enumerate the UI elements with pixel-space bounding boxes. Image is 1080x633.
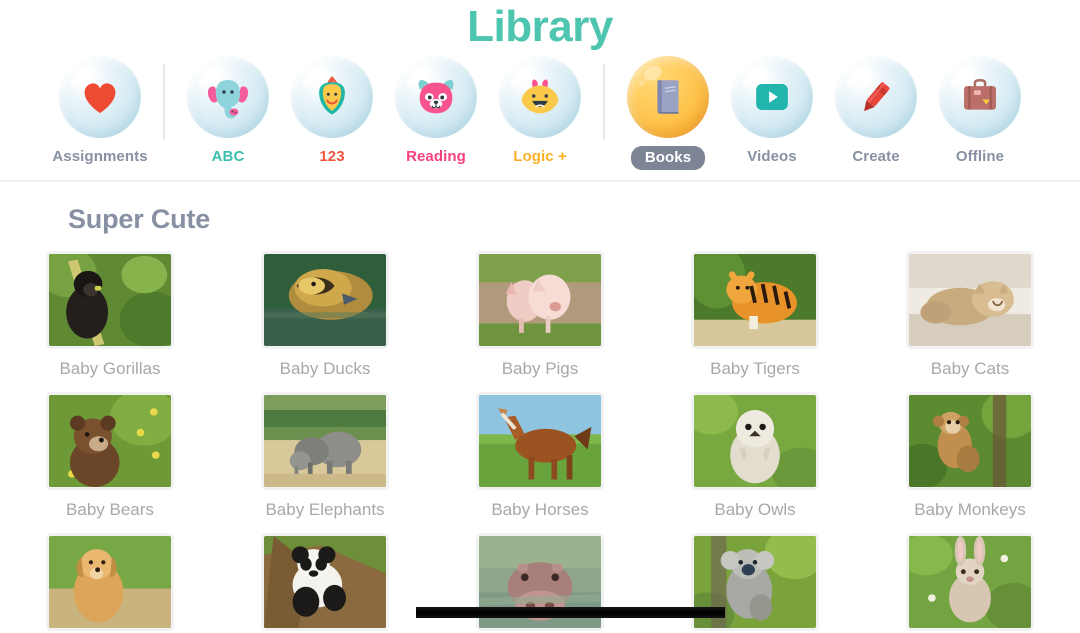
book-card[interactable]: Baby Ducks <box>218 251 433 379</box>
pig-thumb <box>479 254 601 347</box>
overlay-black-bar <box>416 607 725 618</box>
nav-item-abc[interactable]: ABC <box>176 56 280 165</box>
nav-item-logic[interactable]: Logic + <box>488 56 592 165</box>
book-card-label: Baby Gorillas <box>59 359 161 379</box>
book-card[interactable]: Baby Owls <box>648 392 863 520</box>
category-nav: Assignments ABC 123 Reading Logic + Books Vide… <box>0 56 1080 180</box>
nav-divider <box>163 64 165 141</box>
nav-item-books[interactable]: Books <box>616 56 720 171</box>
suitcase-icon <box>964 79 996 110</box>
rabbit-thumb <box>909 536 1031 629</box>
nav-item-offline[interactable]: Offline <box>928 56 1032 165</box>
book-card[interactable] <box>433 533 648 633</box>
book-grid: Baby Gorillas Baby Ducks Baby Pigs Baby Tig… <box>0 251 1080 633</box>
book-thumbnail[interactable] <box>691 392 819 491</box>
elephant-thumb <box>264 395 386 488</box>
nav-bubble-fox-icon[interactable] <box>499 56 581 139</box>
book-card-label: Baby Cats <box>930 359 1010 379</box>
nav-bubble-crayon-icon[interactable] <box>835 56 917 139</box>
panda-thumb <box>264 536 386 629</box>
nav-label[interactable]: Assignments <box>52 148 147 165</box>
book-card[interactable]: Baby Gorillas <box>3 251 218 379</box>
book-card-label: Baby Bears <box>66 500 154 520</box>
heart-icon <box>84 83 116 114</box>
cat-thumb <box>909 254 1031 347</box>
nav-label[interactable]: ABC <box>212 148 245 165</box>
book-thumbnail[interactable] <box>476 392 604 491</box>
book-thumbnail[interactable] <box>906 392 1034 491</box>
book-card-label: Baby Tigers <box>710 359 800 379</box>
book-card-label: Baby Ducks <box>279 359 371 379</box>
horse-thumb <box>479 395 601 488</box>
gorilla-thumb <box>49 254 171 347</box>
nav-label[interactable]: Offline <box>956 148 1004 165</box>
book-thumbnail[interactable] <box>906 533 1034 632</box>
book-card[interactable]: Baby Tigers <box>648 251 863 379</box>
monkey-thumb <box>909 395 1031 488</box>
nav-label[interactable]: Books <box>630 146 706 171</box>
tiger-thumb <box>694 254 816 347</box>
nav-label[interactable]: Logic + <box>513 148 567 165</box>
nav-item-assignments[interactable]: Assignments <box>48 56 152 165</box>
red-panda-icon <box>418 80 454 114</box>
nav-label[interactable]: Create <box>852 148 899 165</box>
book-card[interactable]: Baby Elephants <box>218 392 433 520</box>
book-card[interactable]: Baby Pigs <box>433 251 648 379</box>
play-icon <box>756 84 788 111</box>
book-card[interactable] <box>648 533 863 633</box>
book-thumbnail[interactable] <box>691 251 819 350</box>
book-thumbnail[interactable] <box>476 251 604 350</box>
dog-thumb <box>49 536 171 629</box>
nav-label[interactable]: Reading <box>406 148 466 165</box>
book-thumbnail[interactable] <box>906 251 1034 350</box>
book-thumbnail[interactable] <box>261 251 389 350</box>
book-icon <box>657 80 679 114</box>
fox-icon <box>521 79 559 114</box>
book-thumbnail[interactable] <box>46 251 174 350</box>
book-card[interactable] <box>3 533 218 633</box>
nav-bubble-heart-icon[interactable] <box>59 56 141 139</box>
main-content: Super Cute Baby Gorillas Baby Ducks Baby P… <box>0 182 1080 633</box>
duck-thumb <box>264 254 386 347</box>
book-card-label: Baby Monkeys <box>914 500 1026 520</box>
book-card[interactable]: Baby Horses <box>433 392 648 520</box>
book-card[interactable]: Baby Monkeys <box>863 392 1078 520</box>
nav-item-videos[interactable]: Videos <box>720 56 824 165</box>
nav-bubble-play-icon[interactable] <box>731 56 813 139</box>
nav-label[interactable]: 123 <box>319 148 344 165</box>
nav-bubble-book-icon[interactable] <box>627 56 709 139</box>
nav-divider <box>603 64 605 141</box>
book-card[interactable] <box>863 533 1078 633</box>
bear-thumb <box>49 395 171 488</box>
nav-bubble-bird-icon[interactable] <box>291 56 373 139</box>
book-card-label: Baby Elephants <box>265 500 385 520</box>
book-card-label: Baby Owls <box>714 500 796 520</box>
book-thumbnail[interactable] <box>261 533 389 632</box>
bird-icon <box>319 76 345 115</box>
book-thumbnail[interactable] <box>261 392 389 491</box>
nav-item-create[interactable]: Create <box>824 56 928 165</box>
nav-bubble-suitcase-icon[interactable] <box>939 56 1021 139</box>
book-thumbnail[interactable] <box>46 533 174 632</box>
book-card[interactable]: Baby Bears <box>3 392 218 520</box>
book-card-label: Baby Pigs <box>501 359 579 379</box>
crayon-icon <box>864 82 890 112</box>
nav-item-123[interactable]: 123 <box>280 56 384 165</box>
owl-thumb <box>694 395 816 488</box>
section-title: Super Cute <box>68 204 211 235</box>
nav-item-reading[interactable]: Reading <box>384 56 488 165</box>
book-thumbnail[interactable] <box>46 392 174 491</box>
nav-bubble-red-panda-icon[interactable] <box>395 56 477 139</box>
elephant-icon <box>207 80 249 119</box>
nav-label[interactable]: Videos <box>747 148 797 165</box>
book-card[interactable]: Baby Cats <box>863 251 1078 379</box>
nav-bubble-elephant-icon[interactable] <box>187 56 269 139</box>
book-card-label: Baby Horses <box>491 500 589 520</box>
book-card[interactable] <box>218 533 433 633</box>
page-title: Library <box>467 2 613 51</box>
page-header: Library Assignments ABC 123 Reading Logic + B… <box>0 0 1080 183</box>
